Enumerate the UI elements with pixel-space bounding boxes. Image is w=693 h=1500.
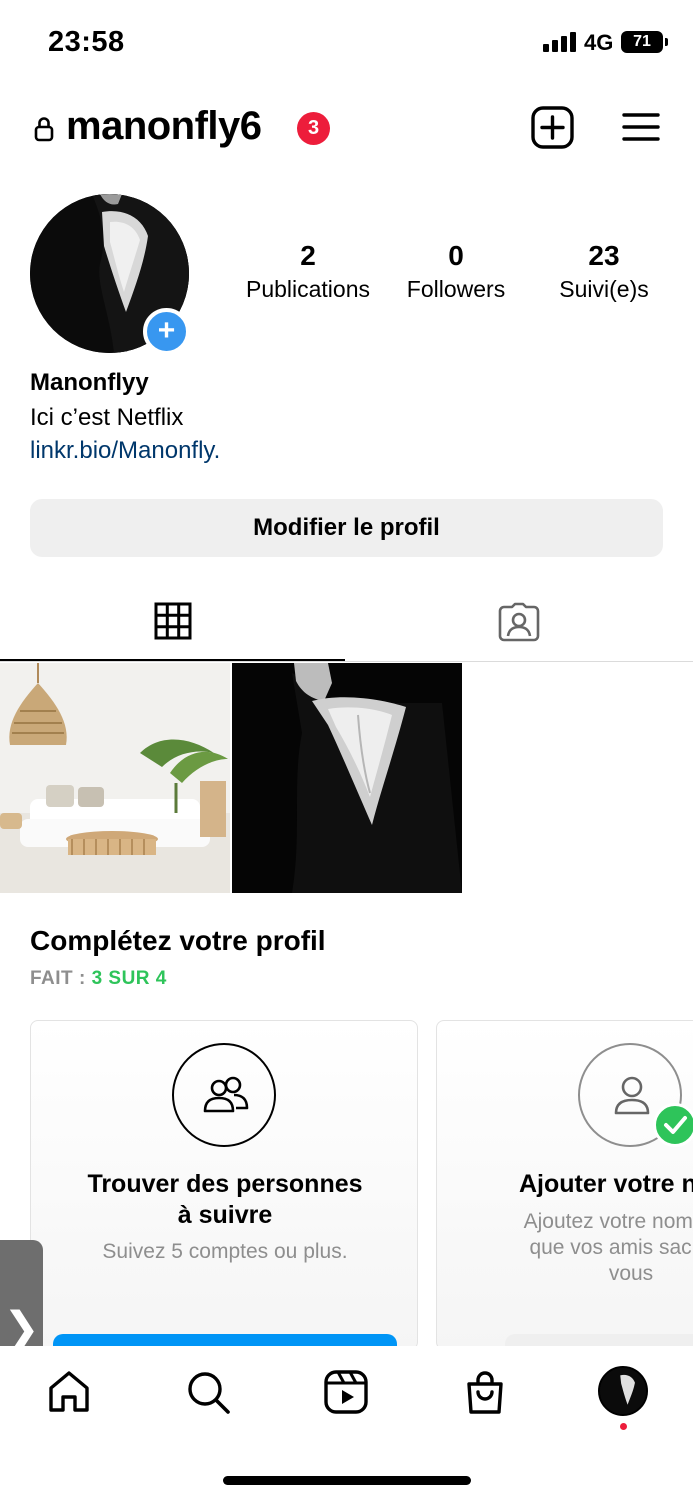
tagged-icon [498, 602, 540, 642]
stat-following[interactable]: 23 Suivi(e)s [546, 240, 662, 303]
progress-value: 3 SUR 4 [91, 968, 167, 989]
bio-text: Ici c’est Netflix [30, 404, 184, 431]
card-find-people[interactable]: Trouver des personnes à suivre Suivez 5 … [30, 1020, 418, 1350]
menu-icon[interactable] [622, 110, 660, 144]
card-subtitle: Ajoutez votre nom com que vos amis sache… [437, 1209, 693, 1287]
profile-tab-avatar[interactable] [598, 1366, 648, 1416]
status-time: 23:58 [48, 26, 125, 58]
shop-icon[interactable] [461, 1368, 509, 1416]
network-type: 4G [584, 30, 614, 55]
search-icon[interactable] [184, 1368, 232, 1416]
card-title: Trouver des personnes à suivre [31, 1169, 417, 1231]
complete-profile-title: Complétez votre profil [30, 925, 326, 956]
people-icon-circle [172, 1043, 276, 1147]
profile-notification-dot [620, 1423, 627, 1430]
card-add-name[interactable]: Ajouter votre n Ajoutez votre nom com qu… [436, 1020, 693, 1350]
stat-label: Suivi(e)s [559, 276, 649, 302]
card-subtitle-line: vous [608, 1262, 654, 1285]
home-icon[interactable] [45, 1368, 93, 1416]
status-bar: 23:58 4G 71 [0, 0, 693, 86]
create-post-icon[interactable] [531, 106, 574, 149]
stat-followers[interactable]: 0 Followers [396, 240, 516, 303]
display-name: Manonflyy [30, 369, 149, 396]
card-title-line: à suivre [177, 1201, 273, 1229]
signal-icon [543, 32, 577, 52]
person-icon [614, 1076, 650, 1115]
profile-tabs [0, 584, 693, 662]
stat-value: 0 [448, 240, 464, 271]
profile-header: manonfly6 3 [0, 100, 693, 160]
stat-label: Followers [406, 276, 506, 302]
card-title-line: Trouver des personnes [87, 1170, 363, 1198]
reels-icon[interactable] [322, 1368, 370, 1416]
notification-badge[interactable]: 3 [297, 112, 330, 145]
card-subtitle-line: Ajoutez votre nom com [523, 1210, 693, 1233]
stat-value: 23 [588, 240, 620, 271]
username[interactable]: manonfly6 [66, 104, 262, 149]
post-thumbnail-interior[interactable] [0, 663, 230, 893]
bio-link[interactable]: linkr.bio/Manonfly. [30, 437, 220, 465]
tab-tagged[interactable] [346, 584, 691, 661]
complete-profile-progress: FAIT : 3 SUR 4 [30, 968, 167, 990]
card-title: Ajouter votre n [519, 1170, 693, 1198]
tab-posts-grid[interactable] [0, 584, 345, 661]
interior-photo [0, 663, 230, 893]
card-subtitle: Suivez 5 comptes ou plus. [102, 1240, 348, 1263]
bottom-navigation [0, 1346, 693, 1500]
stat-publications[interactable]: 2 Publications [240, 240, 376, 303]
portrait-photo [232, 663, 462, 893]
edit-profile-button[interactable]: Modifier le profil [30, 499, 663, 557]
post-thumbnail-portrait[interactable] [232, 663, 462, 893]
check-icon [653, 1103, 693, 1147]
stat-label: Publications [245, 276, 371, 302]
people-icon [203, 1076, 249, 1113]
stat-value: 2 [300, 240, 316, 271]
grid-icon [154, 602, 192, 640]
add-story-button[interactable]: + [143, 308, 190, 355]
card-subtitle-line: que vos amis sachent [529, 1236, 693, 1259]
progress-label: FAIT : [30, 968, 92, 989]
avatar-image [600, 1368, 646, 1414]
home-indicator [223, 1476, 471, 1485]
battery-icon: 71 [621, 31, 668, 53]
lock-icon [34, 117, 54, 142]
